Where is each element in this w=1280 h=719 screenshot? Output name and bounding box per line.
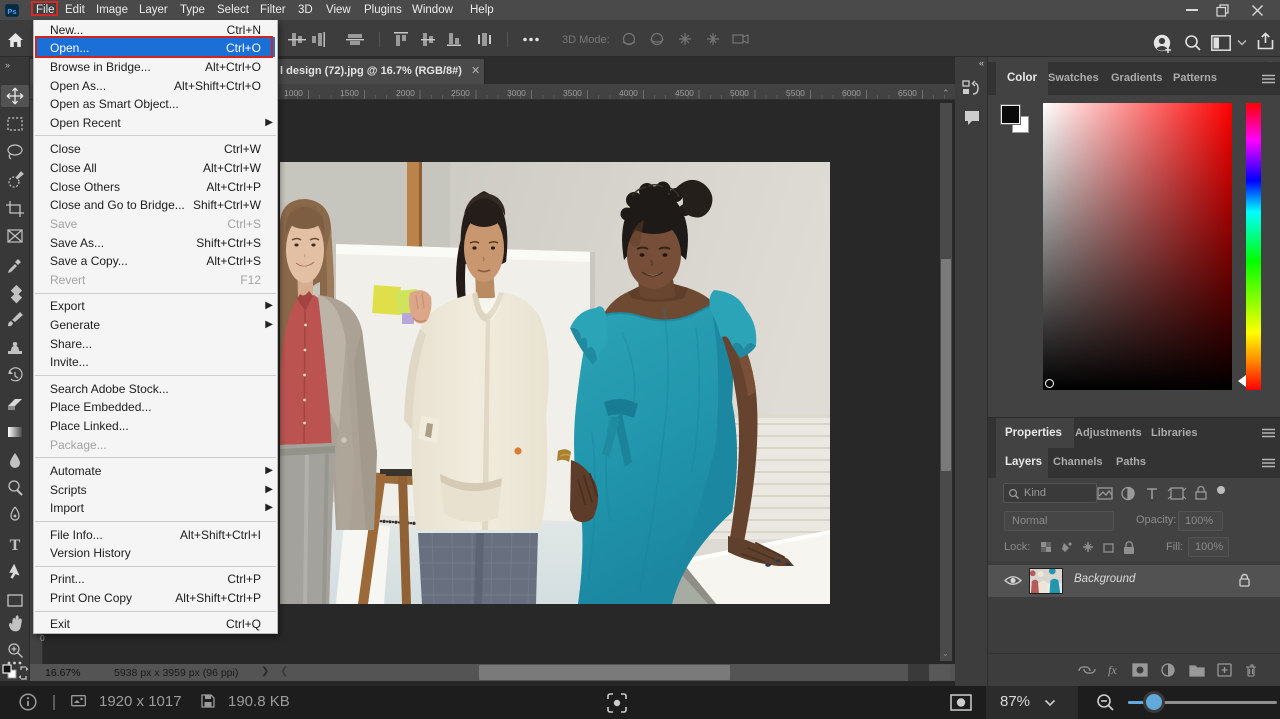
svg-text:T: T — [10, 537, 21, 554]
svg-text:fx: fx — [1108, 663, 1117, 677]
